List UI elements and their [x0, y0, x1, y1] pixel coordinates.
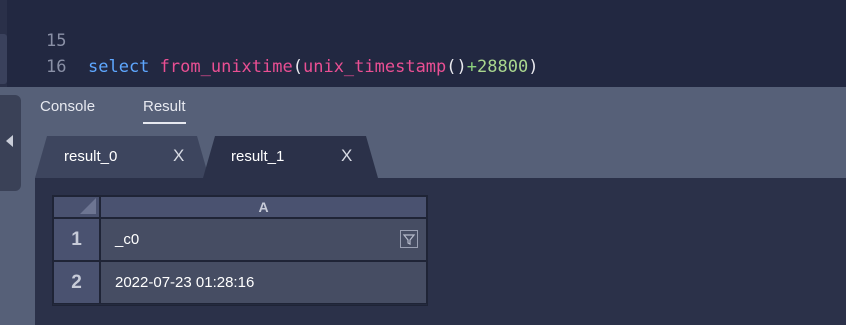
line-number: 16	[46, 57, 67, 77]
paren-token: (	[292, 57, 303, 77]
paren-token: ()	[446, 57, 467, 77]
result-tab-label: result_1	[231, 148, 285, 165]
keyword-token: select	[88, 57, 150, 77]
result-tab-label: result_0	[64, 148, 118, 165]
close-icon[interactable]: X	[341, 146, 352, 166]
operator-token: +	[466, 57, 478, 77]
row-header-1[interactable]: 1	[53, 218, 100, 261]
result-tab-result-0[interactable]: result_0 X	[35, 136, 209, 178]
row-header-2[interactable]: 2	[53, 261, 100, 304]
select-all-corner[interactable]	[53, 196, 100, 218]
result-tabs-bar: result_0 X result_1 X	[0, 136, 846, 179]
function-token: unix_timestamp	[302, 57, 447, 77]
cell-value: 2022-07-23 01:28:16	[115, 274, 255, 291]
cell-value: _c0	[115, 231, 140, 248]
paren-token: )	[528, 57, 539, 77]
code-line-16[interactable]: 16	[0, 28, 66, 77]
tab-console[interactable]: Console	[40, 98, 95, 122]
sql-editor[interactable]: 15 select from_unixtime(unix_timestamp()…	[0, 0, 846, 87]
line-number: 15	[46, 31, 67, 51]
grid-cell-a2[interactable]: 2022-07-23 01:28:16	[100, 261, 427, 304]
code-line-15[interactable]: 15 select from_unixtime(unix_timestamp()…	[0, 2, 538, 77]
function-token: from_unixtime	[159, 57, 293, 77]
select-all-triangle-icon	[80, 198, 96, 214]
tab-result[interactable]: Result	[143, 98, 186, 124]
close-icon[interactable]: X	[173, 146, 184, 166]
number-token: 28800	[477, 57, 529, 77]
result-tab-result-1[interactable]: result_1 X	[203, 136, 378, 178]
filter-icon[interactable]	[400, 230, 418, 248]
column-header-a[interactable]: A	[100, 196, 427, 218]
result-grid: A 1 _c0 2 2022-07-23 01:28:16	[52, 195, 428, 306]
grid-cell-a1[interactable]: _c0	[100, 218, 427, 261]
code-text: select from_unixtime(unix_timestamp()+28…	[88, 54, 538, 80]
